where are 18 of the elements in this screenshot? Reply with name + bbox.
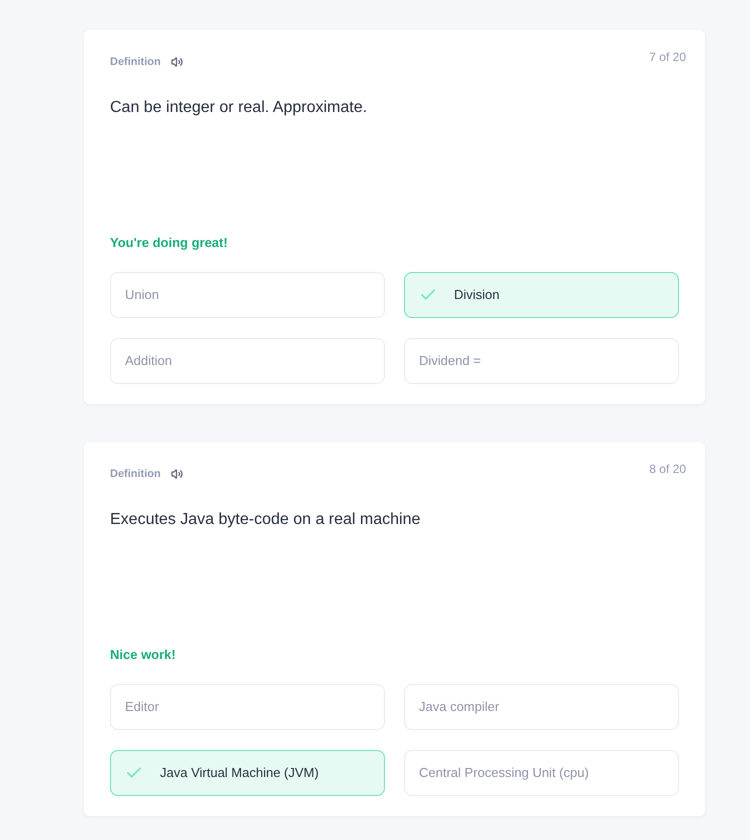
answer-option[interactable]: Java Virtual Machine (JVM) [110, 750, 385, 796]
answer-option[interactable]: Union [110, 272, 385, 318]
question-text: Can be integer or real. Approximate. [110, 98, 368, 118]
answer-option[interactable]: Division [404, 272, 679, 318]
speaker-icon[interactable] [170, 56, 183, 68]
feedback-text: You're doing great! [110, 234, 229, 252]
feedback-text: Nice work! [110, 646, 177, 664]
card-counter: 7 of 20 [649, 49, 686, 65]
answer-option[interactable]: Addition [110, 338, 385, 384]
card-type-label: Definition [110, 467, 161, 482]
answer-option[interactable]: Dividend = [404, 338, 679, 384]
speaker-icon[interactable] [170, 468, 183, 480]
card-counter: 8 of 20 [649, 461, 686, 477]
answer-option[interactable]: Central Processing Unit (cpu) [404, 750, 679, 796]
answer-option[interactable]: Java compiler [404, 684, 679, 730]
answer-option[interactable]: Editor [110, 684, 385, 730]
card-type-label: Definition [110, 55, 161, 70]
question-text: Executes Java byte-code on a real machine [110, 510, 422, 530]
